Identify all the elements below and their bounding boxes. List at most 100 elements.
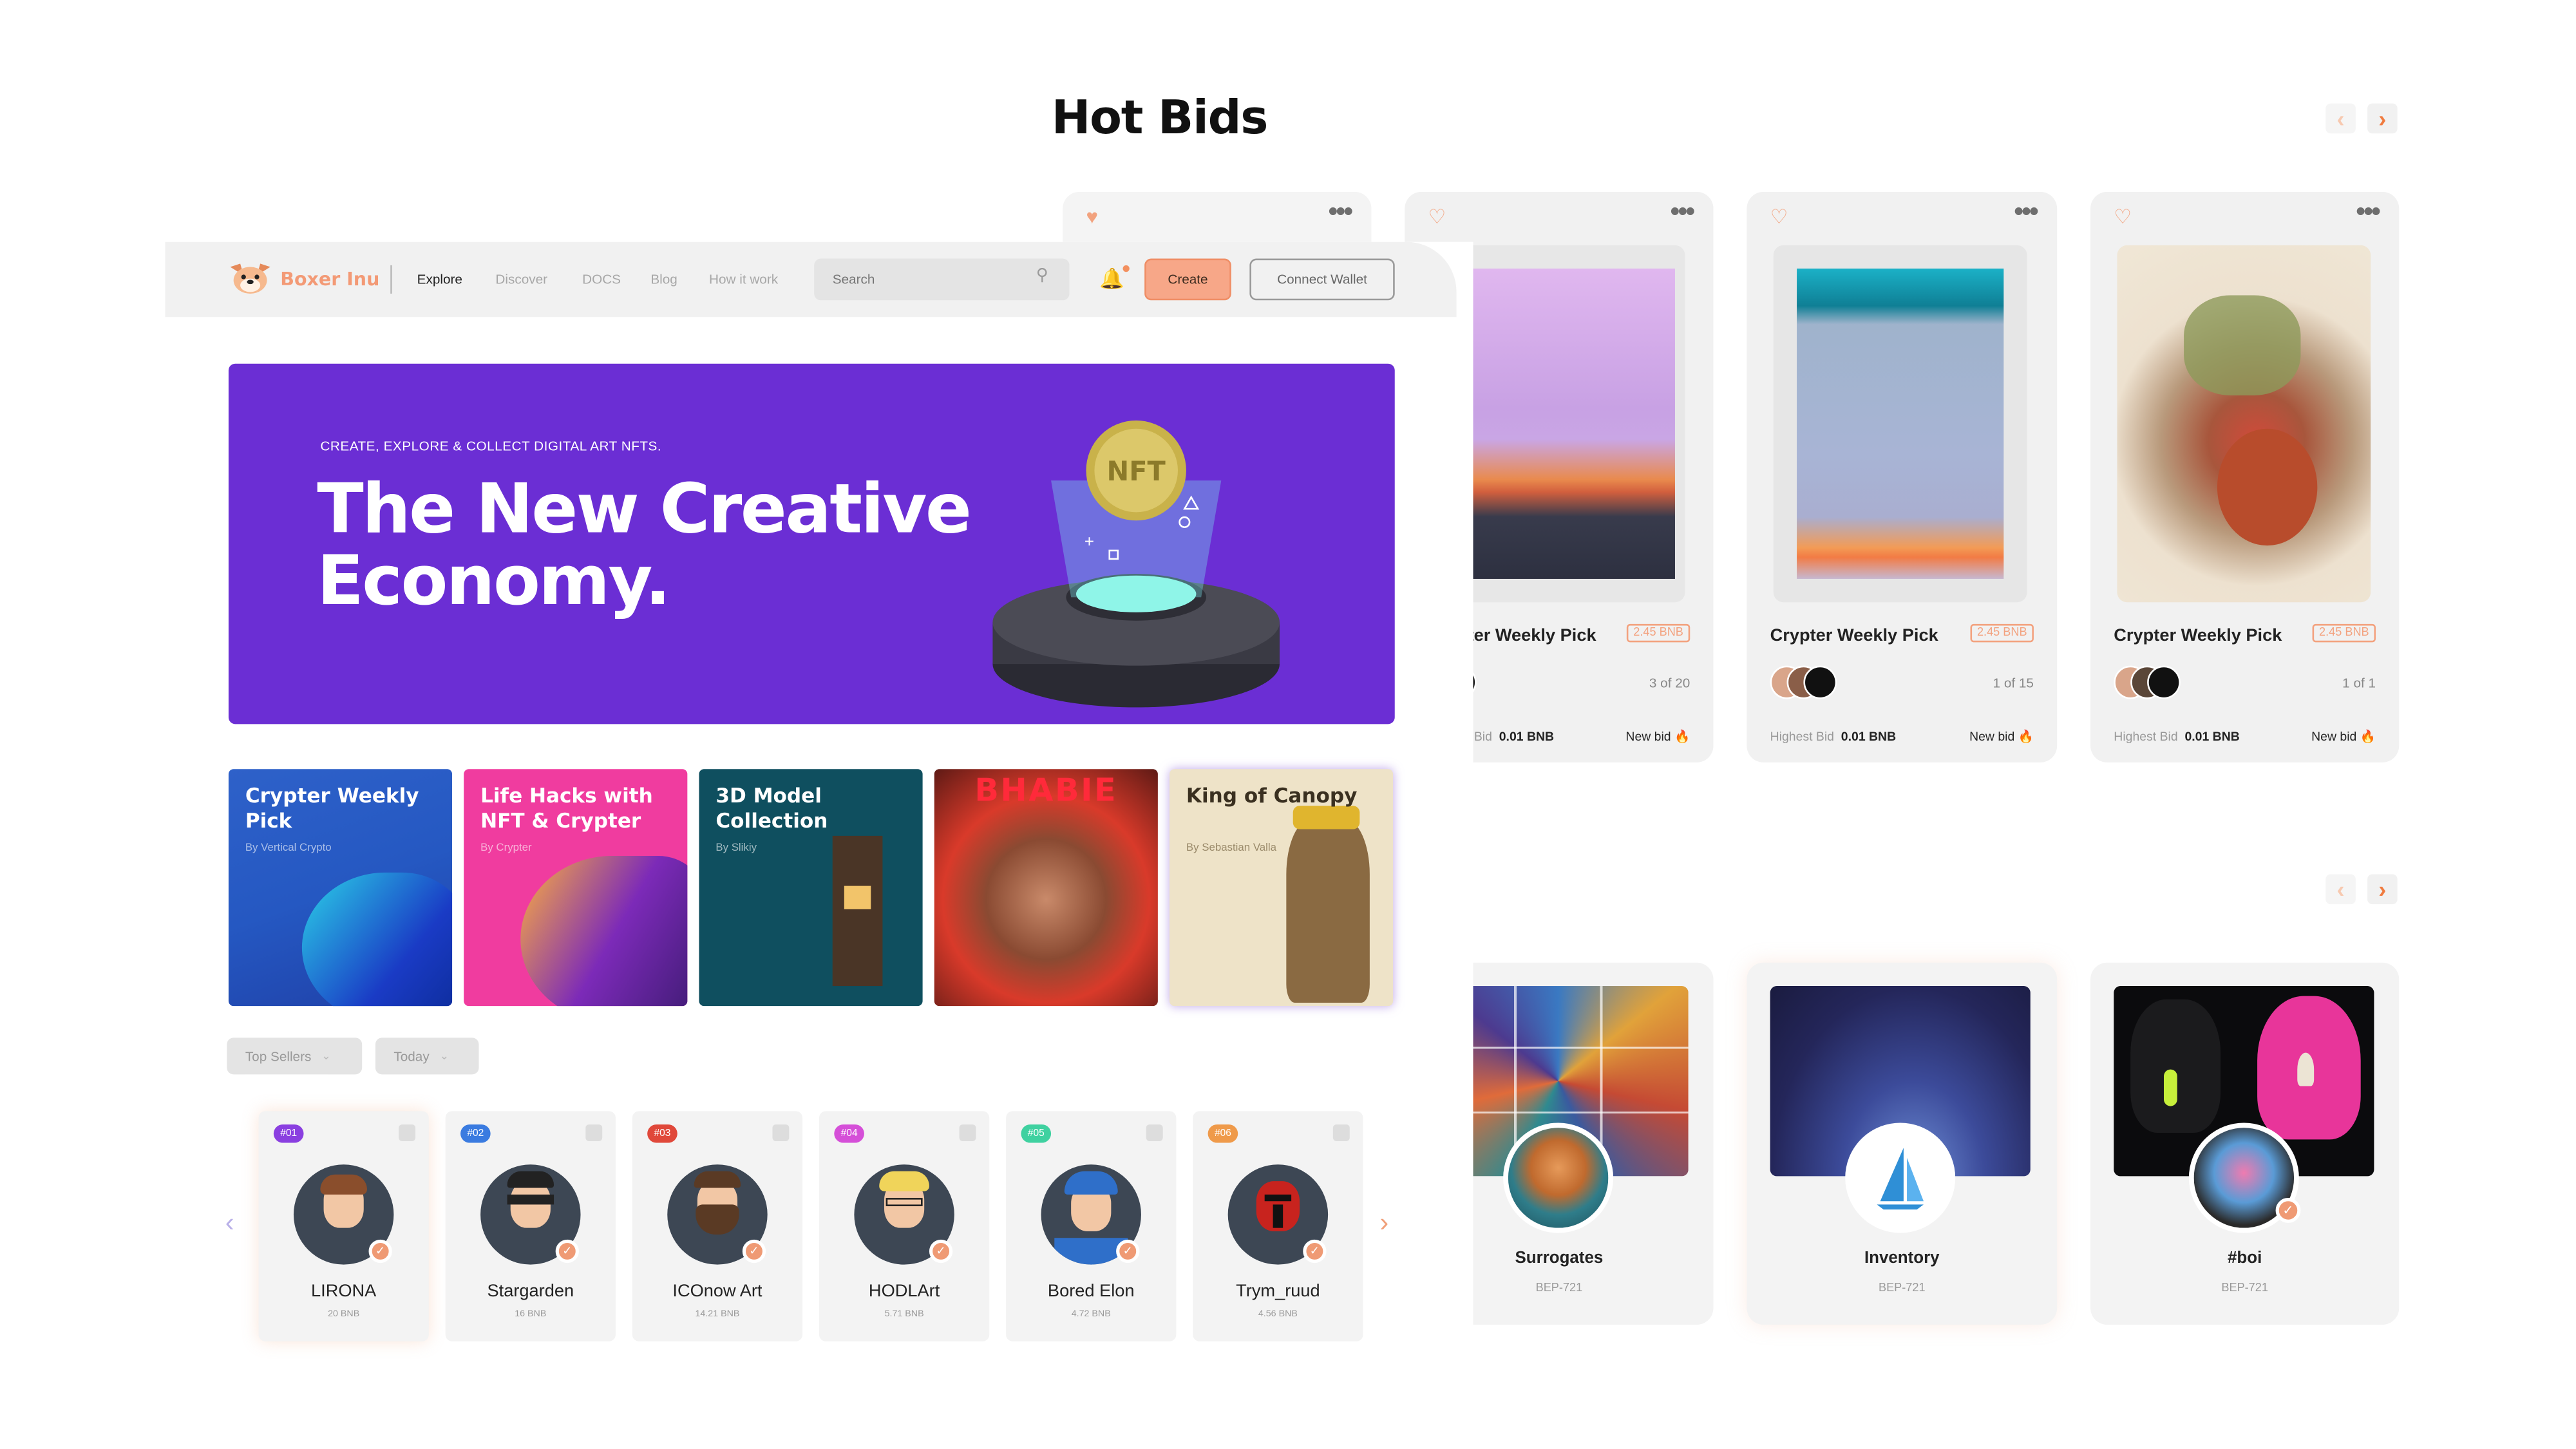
new-bid-link[interactable]: New bid bbox=[1969, 729, 2014, 744]
seller-card[interactable]: #02 ✓ Stargarden 16 BNB bbox=[445, 1111, 616, 1341]
featured-tile[interactable]: BHABIE bbox=[934, 769, 1158, 1007]
verified-icon: ✓ bbox=[1303, 1239, 1327, 1264]
featured-tile[interactable]: King of Canopy By Sebastian Valla bbox=[1170, 769, 1394, 1007]
seller-card[interactable]: #04 ✓ HODLArt 5.71 BNB bbox=[819, 1111, 990, 1341]
nft-name: Crypter Weekly Pick bbox=[1770, 625, 1938, 646]
sellers-prev-arrow[interactable]: ‹ bbox=[225, 1209, 234, 1240]
featured-tile[interactable]: Crypter Weekly Pick By Vertical Crypto bbox=[228, 769, 453, 1007]
nav-explore[interactable]: Explore bbox=[417, 272, 462, 287]
tile-title: King of Canopy bbox=[1186, 784, 1358, 808]
verified-icon: ✓ bbox=[368, 1239, 392, 1264]
rank-badge: #04 bbox=[834, 1124, 864, 1143]
seller-name: HODLArt bbox=[868, 1281, 940, 1302]
bid-card[interactable]: ♡ ••• Crypter Weekly Pick 2.45 BNB 1 of … bbox=[1747, 191, 2058, 762]
fire-icon: 🔥 bbox=[1674, 729, 1690, 744]
seller-amount: 14.21 BNB bbox=[695, 1309, 740, 1320]
bid-value: 0.01 BNB bbox=[2184, 729, 2240, 744]
tile-author: By Vertical Crypto bbox=[245, 842, 332, 855]
tile-author: By Slikiy bbox=[715, 842, 757, 855]
svg-text:+: + bbox=[1084, 533, 1094, 551]
heart-icon[interactable]: ♥ bbox=[1086, 205, 1097, 229]
seller-checkbox[interactable] bbox=[1332, 1124, 1350, 1141]
more-options-icon[interactable]: ••• bbox=[1329, 198, 1353, 229]
period-value: Today bbox=[393, 1048, 430, 1064]
dog-logo-icon bbox=[230, 263, 270, 294]
seller-card[interactable]: #03 ✓ ICOnow Art 14.21 BNB bbox=[632, 1111, 803, 1341]
rank-badge: #01 bbox=[273, 1124, 304, 1143]
seller-card[interactable]: #06 ✓ Trym_ruud 4.56 BNB bbox=[1193, 1111, 1363, 1341]
nft-price: 2.45 BNB bbox=[2312, 623, 2376, 643]
seller-card[interactable]: #05 ✓ Bored Elon 4.72 BNB bbox=[1006, 1111, 1177, 1341]
create-button[interactable]: Create bbox=[1144, 258, 1231, 301]
logo-text: Boxer Inu bbox=[280, 267, 380, 290]
heart-icon[interactable]: ♡ bbox=[2114, 205, 2132, 229]
collection-avatar bbox=[1503, 1122, 1614, 1233]
more-options-icon[interactable]: ••• bbox=[2014, 198, 2038, 229]
verified-icon: ✓ bbox=[2275, 1198, 2301, 1223]
seller-name: Bored Elon bbox=[1047, 1281, 1135, 1302]
seller-checkbox[interactable] bbox=[959, 1124, 976, 1141]
verified-icon: ✓ bbox=[555, 1239, 579, 1264]
fire-icon: 🔥 bbox=[2018, 729, 2034, 744]
nft-artwork bbox=[2117, 245, 2371, 603]
collection-card[interactable]: Inventory BEP-721 bbox=[1747, 962, 2058, 1325]
collections-next-button[interactable]: › bbox=[2367, 874, 2398, 905]
seller-amount: 4.56 BNB bbox=[1258, 1309, 1298, 1320]
tile-author: By Crypter bbox=[480, 842, 532, 855]
seller-name: LIRONA bbox=[311, 1281, 377, 1302]
seller-checkbox[interactable] bbox=[1146, 1124, 1163, 1141]
hero-banner: CREATE, EXPLORE & COLLECT DIGITAL ART NF… bbox=[228, 363, 1395, 724]
hot-bids-prev-button[interactable]: ‹ bbox=[2325, 103, 2356, 134]
hero-headline: The New Creative Economy. bbox=[317, 468, 972, 621]
nav-discover[interactable]: Discover bbox=[495, 272, 547, 287]
seller-name: ICOnow Art bbox=[672, 1281, 762, 1302]
rank-badge: #06 bbox=[1208, 1124, 1238, 1143]
nav-docs[interactable]: DOCS bbox=[582, 272, 621, 287]
sort-value: Top Sellers bbox=[245, 1048, 312, 1064]
tile-title: Crypter Weekly Pick bbox=[245, 784, 419, 833]
bid-card[interactable]: ♡ ••• Crypter Weekly Pick 2.45 BNB 1 of … bbox=[2090, 191, 2400, 762]
heart-icon[interactable]: ♡ bbox=[1770, 205, 1788, 229]
tile-art-text: BHABIE bbox=[974, 772, 1118, 810]
search-icon[interactable]: ⚲ bbox=[1036, 267, 1048, 285]
nav-blog[interactable]: Blog bbox=[650, 272, 677, 287]
featured-tile[interactable]: 3D Model Collection By Slikiy bbox=[699, 769, 923, 1007]
rank-badge: #05 bbox=[1021, 1124, 1052, 1143]
chevron-down-icon: ⌄ bbox=[439, 1051, 450, 1063]
bid-info: Highest Bid 0.01 BNB New bid 🔥 bbox=[2114, 729, 2376, 744]
logo[interactable]: Boxer Inu bbox=[227, 262, 379, 296]
sellers-next-arrow[interactable]: › bbox=[1379, 1209, 1388, 1240]
more-options-icon[interactable]: ••• bbox=[2356, 198, 2380, 229]
hero-kicker: CREATE, EXPLORE & COLLECT DIGITAL ART NF… bbox=[320, 439, 662, 454]
sailboat-icon bbox=[1845, 1122, 1956, 1233]
notification-dot bbox=[1122, 265, 1130, 272]
seller-amount: 16 BNB bbox=[515, 1309, 547, 1320]
new-bid-link[interactable]: New bid bbox=[2311, 729, 2356, 744]
edition-count: 1 of 1 bbox=[2342, 676, 2376, 691]
bid-label: Highest Bid bbox=[1770, 729, 1835, 744]
featured-tile[interactable]: Life Hacks with NFT & Crypter By Crypter bbox=[464, 769, 688, 1007]
tile-title: Life Hacks with NFT & Crypter bbox=[480, 784, 653, 833]
search-input[interactable] bbox=[814, 258, 1070, 301]
heart-icon[interactable]: ♡ bbox=[1428, 205, 1446, 229]
seller-card[interactable]: #01 ✓ LIRONA 20 BNB bbox=[258, 1111, 429, 1341]
nft-price: 2.45 BNB bbox=[1626, 623, 1690, 643]
collections-prev-button[interactable]: ‹ bbox=[2325, 874, 2356, 905]
connect-wallet-button[interactable]: Connect Wallet bbox=[1249, 258, 1395, 301]
nav-how-it-works[interactable]: How it work bbox=[709, 272, 778, 287]
hot-bids-next-button[interactable]: › bbox=[2367, 103, 2398, 134]
more-options-icon[interactable]: ••• bbox=[1671, 198, 1695, 229]
sort-dropdown[interactable]: Top Sellers ⌄ bbox=[227, 1037, 363, 1075]
new-bid-link[interactable]: New bid bbox=[1625, 729, 1671, 744]
seller-checkbox[interactable] bbox=[585, 1124, 603, 1141]
period-dropdown[interactable]: Today ⌄ bbox=[375, 1037, 479, 1075]
verified-icon: ✓ bbox=[1116, 1239, 1140, 1264]
verified-icon: ✓ bbox=[929, 1239, 953, 1264]
seller-checkbox[interactable] bbox=[772, 1124, 790, 1141]
notification-bell-icon[interactable]: 🔔 bbox=[1099, 265, 1130, 290]
rank-badge: #03 bbox=[647, 1124, 677, 1143]
edition-count: 1 of 15 bbox=[1993, 676, 2034, 691]
collection-card[interactable]: ✓ #boi BEP-721 bbox=[2090, 962, 2400, 1325]
nft-price: 2.45 BNB bbox=[1970, 623, 2034, 643]
seller-checkbox[interactable] bbox=[399, 1124, 416, 1141]
